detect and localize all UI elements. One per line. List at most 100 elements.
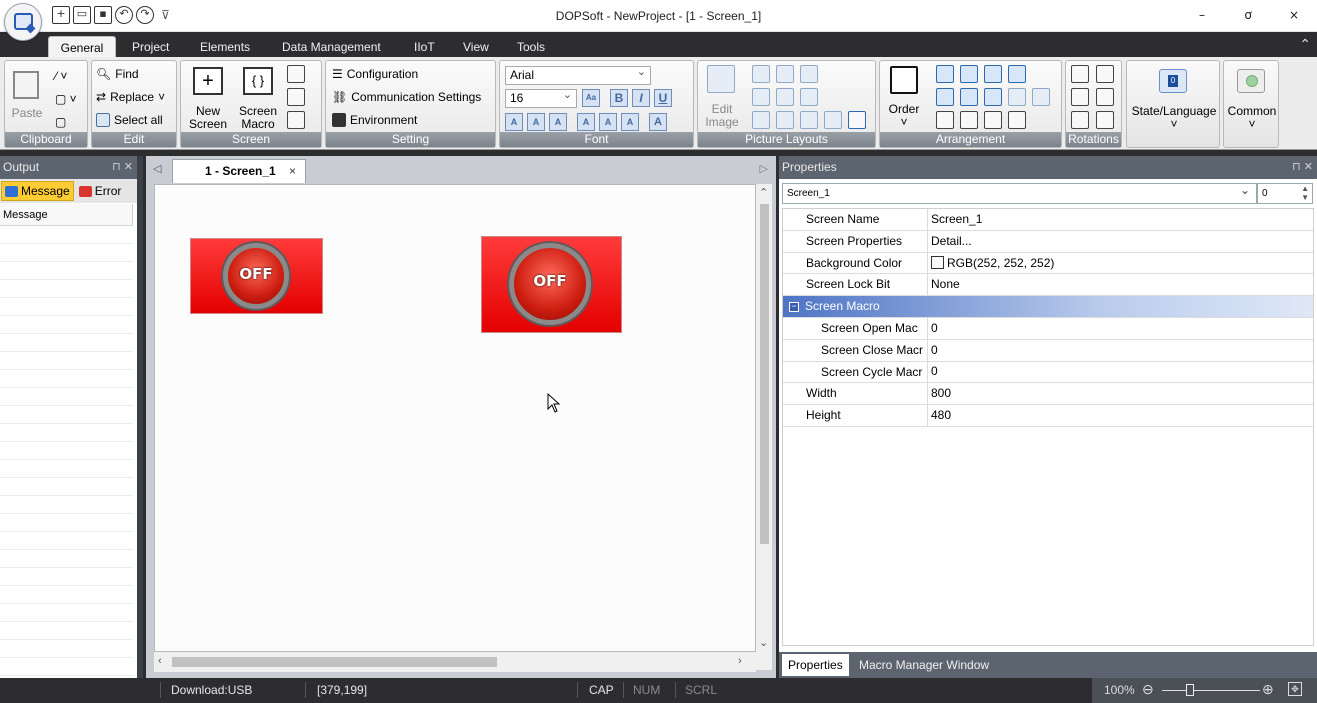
vertical-scroll-thumb[interactable] — [760, 204, 769, 544]
align-right-icon[interactable] — [960, 65, 978, 83]
distribute-v-icon[interactable] — [1032, 88, 1050, 106]
underline-button[interactable]: U — [654, 89, 672, 107]
font-aa-icon[interactable]: Aa — [582, 89, 600, 107]
align-top-icon[interactable] — [984, 65, 1002, 83]
paste-icon[interactable] — [13, 71, 39, 99]
rotate-90-icon[interactable] — [1071, 111, 1089, 129]
state-language-button[interactable]: 0 State/Language ˅ — [1126, 60, 1220, 148]
property-row[interactable]: Height 480 — [783, 405, 1313, 427]
replace-button[interactable]: ⇄ Replace ˅ — [96, 90, 165, 104]
same-width-icon[interactable] — [936, 111, 954, 129]
configuration-button[interactable]: ☰ Configuration — [332, 67, 418, 81]
zoom-in-icon[interactable]: ⊕ — [1262, 681, 1274, 698]
screen-list-icon[interactable] — [287, 65, 305, 83]
off-button-right[interactable]: OFF — [481, 236, 622, 333]
tab-scroll-right-icon[interactable]: ▷ — [760, 162, 768, 175]
cut-icon[interactable]: ⁄ ˅ — [55, 69, 67, 83]
screen-export-icon[interactable] — [287, 111, 305, 129]
align-top-left-icon[interactable]: A — [505, 113, 523, 131]
property-row[interactable]: Screen Name Screen_1 — [783, 209, 1313, 231]
select-all-button[interactable]: Select all — [96, 113, 163, 127]
property-value[interactable]: RGB(252, 252, 252) — [928, 253, 1054, 274]
tab-data-management[interactable]: Data Management — [276, 36, 387, 58]
property-row[interactable]: Screen Cycle Macr 0 — [783, 361, 1313, 384]
tab-project[interactable]: Project — [126, 36, 175, 58]
spacing-icon[interactable] — [1008, 111, 1026, 129]
off-button-left[interactable]: OFF — [190, 238, 323, 314]
object-index-spinner[interactable]: 0 ▲ ▼ — [1257, 183, 1313, 204]
collapse-category-icon[interactable]: − — [789, 301, 799, 312]
pen-tool-icon[interactable] — [848, 111, 866, 129]
flip-v-icon[interactable] — [1096, 88, 1114, 106]
property-row[interactable]: Screen Properties Detail... — [783, 230, 1313, 253]
copy-icon[interactable]: ▢ ˅ — [55, 92, 77, 106]
spinner-arrows-icon[interactable]: ▲ ▼ — [1301, 184, 1309, 202]
screen-macro-icon[interactable]: { } — [243, 67, 273, 95]
font-family-select[interactable]: Arial — [505, 64, 651, 85]
rotate-180-icon[interactable] — [1096, 111, 1114, 129]
tab-error[interactable]: Error — [76, 181, 125, 201]
restore-button[interactable]: ơ — [1225, 0, 1271, 30]
new-screen-button[interactable]: New Screen — [185, 105, 231, 131]
tab-message[interactable]: Message — [1, 181, 74, 201]
align-middle-right-icon[interactable]: A — [621, 113, 639, 131]
tab-tools[interactable]: Tools — [511, 36, 551, 58]
align-top-center-icon[interactable]: A — [527, 113, 545, 131]
align-top-right-icon[interactable]: A — [549, 113, 567, 131]
zoom-level[interactable]: 100% — [1104, 683, 1135, 697]
new-screen-icon[interactable]: + — [193, 67, 223, 95]
tab-general[interactable]: General — [48, 36, 116, 58]
tab-view[interactable]: View — [457, 36, 495, 58]
communication-settings-button[interactable]: ⛓ Communication Settings — [332, 90, 481, 104]
layout-8-icon[interactable] — [776, 111, 794, 129]
edit-image-button[interactable]: Edit Image — [702, 103, 742, 129]
font-color-icon[interactable]: A — [649, 113, 667, 131]
scroll-right-icon[interactable]: › — [738, 655, 742, 667]
align-center-icon[interactable] — [984, 88, 1002, 106]
property-row[interactable]: Screen Open Mac 0 — [783, 317, 1313, 340]
layout-2-icon[interactable] — [776, 65, 794, 83]
scroll-left-icon[interactable]: ‹ — [158, 655, 162, 667]
property-row[interactable]: Screen Close Macr 0 — [783, 339, 1313, 362]
panel-splitter[interactable] — [137, 156, 143, 678]
properties-pin-close-icon[interactable]: ⊓ ✕ — [1292, 156, 1313, 179]
fit-screen-icon[interactable]: ✥ — [1288, 682, 1302, 696]
property-value[interactable]: Screen_1 — [928, 209, 982, 230]
layout-9-icon[interactable] — [800, 111, 818, 129]
layout-7-icon[interactable] — [752, 111, 770, 129]
screen-preview-icon[interactable] — [287, 88, 305, 106]
find-button[interactable]: 🔍︎ Find — [96, 67, 139, 81]
bold-button[interactable]: B — [610, 89, 628, 107]
rotate-left-icon[interactable] — [1071, 65, 1089, 83]
screen-canvas[interactable]: OFF OFF — [154, 184, 756, 652]
same-size-icon[interactable] — [984, 111, 1002, 129]
property-value[interactable]: 0 — [928, 318, 938, 339]
property-value[interactable]: Detail... — [928, 231, 972, 252]
layout-5-icon[interactable] — [776, 88, 794, 106]
collapse-ribbon-icon[interactable]: ⌃ — [1299, 36, 1311, 53]
italic-button[interactable]: I — [632, 89, 650, 107]
font-size-select[interactable]: 16 — [505, 87, 577, 108]
object-selector[interactable]: Screen_1 — [782, 181, 1257, 204]
property-value[interactable]: 800 — [928, 383, 951, 404]
property-row[interactable]: Width 800 — [783, 383, 1313, 406]
order-button[interactable]: Order ˅ — [884, 103, 924, 129]
rotate-right-icon[interactable] — [1096, 65, 1114, 83]
layout-6-icon[interactable] — [800, 88, 818, 106]
close-button[interactable]: × — [1271, 0, 1317, 30]
message-column-header[interactable]: Message — [0, 204, 133, 226]
edit-image-icon[interactable] — [707, 65, 735, 93]
tab-screen-1[interactable]: 1 - Screen_1 × — [172, 159, 306, 183]
tab-elements[interactable]: Elements — [194, 36, 256, 58]
align-center-v-icon[interactable] — [960, 88, 978, 106]
tab-properties[interactable]: Properties — [782, 654, 849, 676]
paste-button[interactable]: Paste — [9, 107, 45, 120]
layout-3-icon[interactable] — [800, 65, 818, 83]
property-category-screen-macro[interactable]: − Screen Macro — [783, 296, 1313, 318]
zoom-slider-thumb[interactable] — [1186, 684, 1194, 696]
property-value[interactable]: 0 — [928, 340, 938, 361]
tab-scroll-left-icon[interactable]: ◁ — [153, 162, 161, 175]
order-icon[interactable] — [890, 66, 918, 94]
close-tab-icon[interactable]: × — [289, 160, 296, 183]
align-left-icon[interactable] — [936, 65, 954, 83]
